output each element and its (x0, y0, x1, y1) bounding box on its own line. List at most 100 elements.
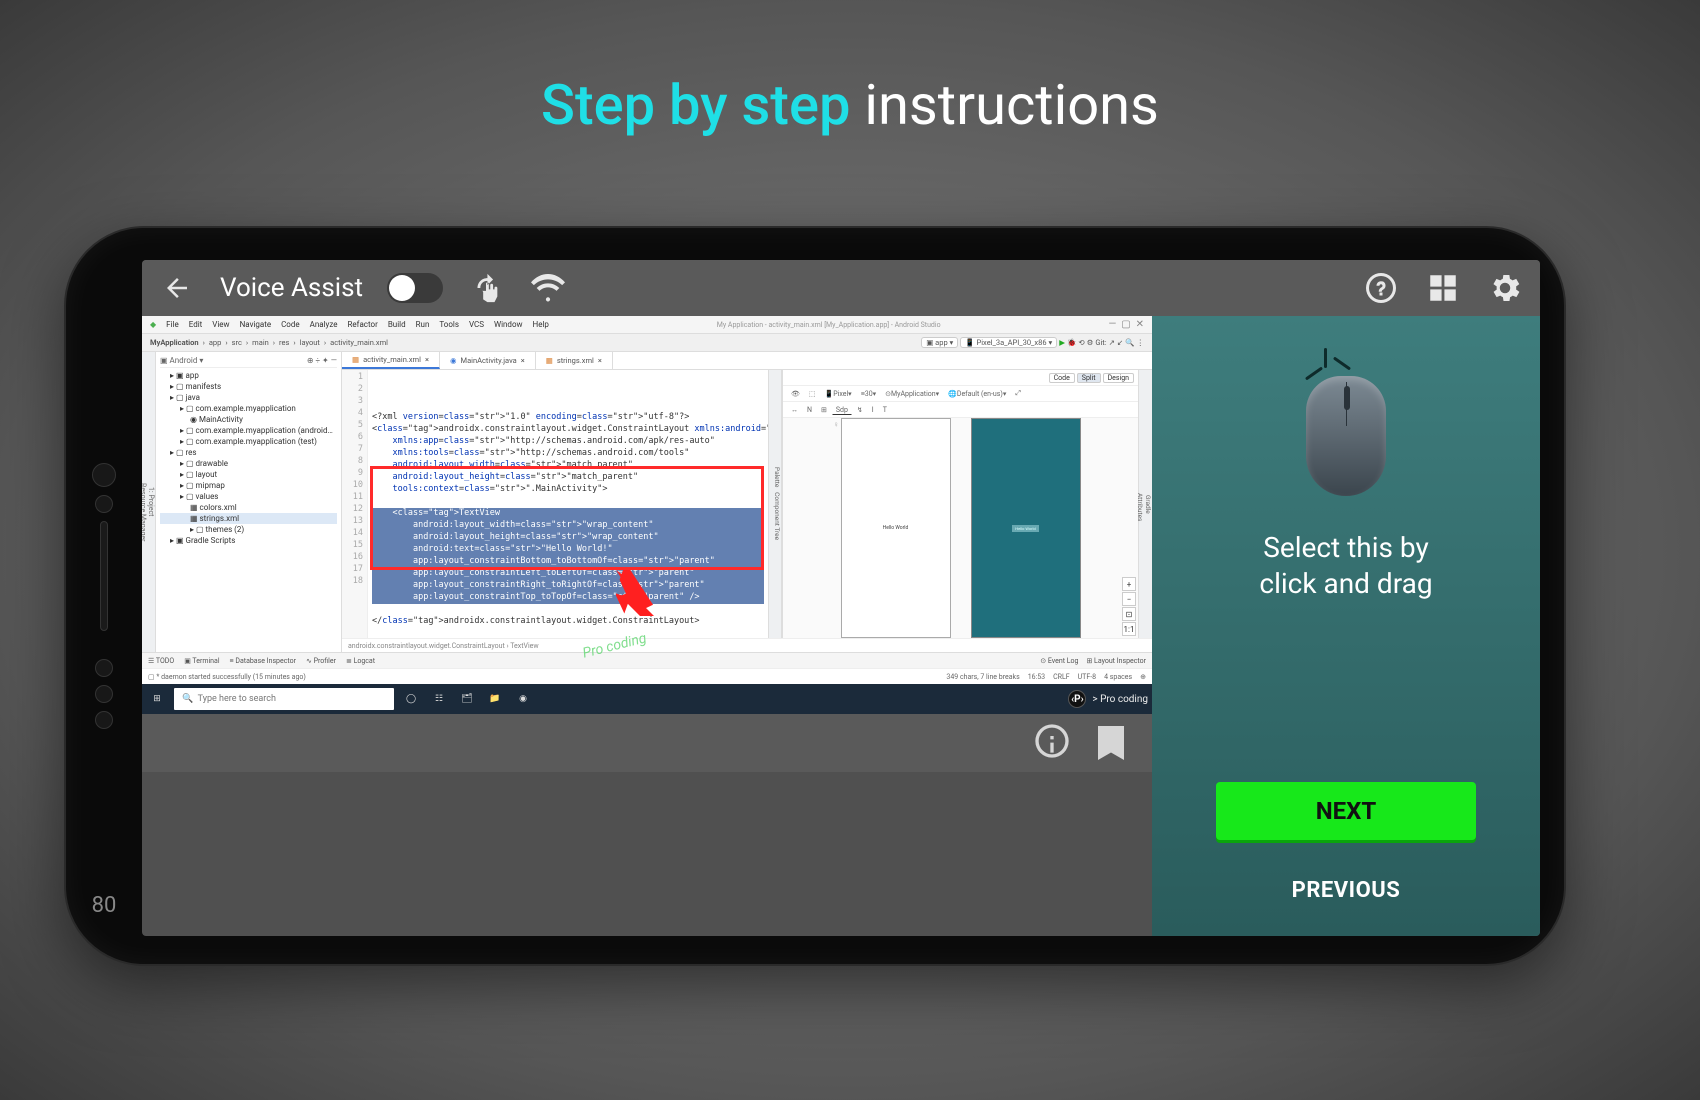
red-arrow-icon (616, 570, 666, 618)
editor-area: ▦activity_main.xml× ◉MainActivity.java× … (342, 352, 1152, 652)
line-gutter: 123456789101112131415161718 (342, 370, 368, 638)
tree-item[interactable]: ▸ ▢ drawable (160, 458, 337, 469)
windows-taskbar[interactable]: ⊞ 🔍 Type here to search ◯ ☷ 🗂 📁 ◉ ‹P›> P… (142, 684, 1152, 714)
ide-body: 1: Project Resource Manager 2: Favorites… (142, 352, 1152, 652)
mouse-icon (1296, 346, 1396, 506)
hand-swipe-icon[interactable] (467, 269, 505, 307)
breadcrumb-item[interactable]: app (209, 338, 222, 347)
tree-item[interactable]: ▸ ▢ values (160, 491, 337, 502)
ide-menubar: ◆ File Edit View Navigate Code Analyze R… (142, 316, 1152, 334)
window-controls[interactable]: — ▢ ✕ (1108, 319, 1144, 330)
breadcrumb-item[interactable]: layout (300, 338, 320, 347)
tree-item[interactable]: ▸ ▢ java (160, 392, 337, 403)
tree-item[interactable]: ▸ ▢ res (160, 447, 337, 458)
wifi-icon[interactable] (529, 269, 567, 307)
next-button[interactable]: NEXT (1216, 782, 1476, 840)
menu-item[interactable]: File (166, 320, 179, 329)
menu-item[interactable]: Window (494, 320, 523, 329)
menu-item[interactable]: Edit (189, 320, 203, 329)
tree-item[interactable]: ▸ ▢ com.example.myapplication (test) (160, 436, 337, 447)
start-button[interactable]: ⊞ (146, 688, 168, 710)
menu-item[interactable]: View (212, 320, 229, 329)
menu-item[interactable]: Run (416, 320, 430, 329)
breadcrumb-item[interactable]: MyApplication (150, 338, 199, 347)
device-dropdown[interactable]: 📱 Pixel_3a_API_30_x86 ▾ (960, 337, 1057, 348)
heading-part1: Step by step (541, 72, 850, 138)
heading-part2: instructions (864, 72, 1159, 138)
help-icon[interactable] (1362, 269, 1400, 307)
app-topbar: Voice Assist (142, 260, 1540, 316)
code-content[interactable]: <?xml version=class="str">"1.0" encoding… (368, 370, 768, 638)
ide-left-tool-rail[interactable]: 1: Project Resource Manager 2: Favorites… (142, 352, 156, 652)
tree-item[interactable]: ▸ ▢ mipmap (160, 480, 337, 491)
android-studio-window: ◆ File Edit View Navigate Code Analyze R… (142, 316, 1152, 714)
layout-preview-light[interactable]: Hello World (841, 418, 951, 638)
back-button[interactable] (158, 269, 196, 307)
menu-item[interactable]: VCS (469, 320, 484, 329)
zoom-controls[interactable]: +−⊡1:1 (1122, 577, 1136, 636)
breadcrumb-item[interactable]: main (252, 338, 269, 347)
speaker-grille-icon (100, 521, 108, 631)
menu-item[interactable]: Navigate (240, 320, 272, 329)
tree-item[interactable]: ▸ ▢ layout (160, 469, 337, 480)
taskbar-app-icon[interactable]: 📁 (484, 688, 506, 710)
code-breadcrumb[interactable]: androidx.constraintlayout.widget.Constra… (342, 638, 1152, 652)
menu-item[interactable]: Build (388, 320, 406, 329)
palette-rail[interactable]: Palette Component Tree (768, 370, 782, 638)
tree-item[interactable]: ▸ ▢ com.example.myapplication (160, 403, 337, 414)
menu-item[interactable]: Analyze (310, 320, 338, 329)
camera-lens-icon (92, 463, 116, 487)
menu-item[interactable]: Tools (439, 320, 459, 329)
voice-assist-toggle[interactable] (387, 273, 443, 303)
taskbar-app-icon[interactable]: ◉ (512, 688, 534, 710)
breadcrumb-item[interactable]: src (232, 338, 242, 347)
breadcrumb-item[interactable]: res (279, 338, 289, 347)
tree-item[interactable]: ▸ ▢ com.example.myapplication (androidTe… (160, 425, 337, 436)
window-title: My Application - activity_main.xml [My_A… (559, 321, 1099, 329)
menu-item[interactable]: Code (281, 320, 300, 329)
menu-item[interactable]: Help (533, 320, 549, 329)
bookmark-icon[interactable] (1098, 726, 1124, 760)
sensor-dot-icon (95, 659, 113, 677)
ide-toolbar: MyApplication› app› src› main› res› layo… (142, 334, 1152, 352)
sensor-dot-icon (95, 685, 113, 703)
info-button[interactable] (1032, 721, 1072, 765)
settings-gear-icon[interactable] (1486, 269, 1524, 307)
editor-tab[interactable]: ▦strings.xml× (536, 352, 613, 369)
battery-label: 80 (92, 893, 117, 918)
tree-item[interactable]: ◉ MainActivity (160, 414, 337, 425)
grid-icon[interactable] (1424, 269, 1462, 307)
sensor-dot-icon (95, 711, 113, 729)
editor-tab[interactable]: ▦activity_main.xml× (342, 352, 440, 369)
menu-item[interactable]: Refactor (348, 320, 378, 329)
highlight-rectangle (370, 466, 764, 570)
design-toolbar[interactable]: 👁⬚📱Pixel▾ ≡30▾ ⊙MyApplication▾ 🌐Default … (783, 386, 1138, 402)
editor-tabs: ▦activity_main.xml× ◉MainActivity.java× … (342, 352, 1152, 370)
content-row: ◆ File Edit View Navigate Code Analyze R… (142, 316, 1540, 936)
design-mode-switch[interactable]: Code Split Design (783, 370, 1138, 386)
tree-item[interactable]: ▸ ▣ app (160, 370, 337, 381)
tree-item[interactable]: ▦ colors.xml (160, 502, 337, 513)
layout-blueprint[interactable]: Hello World (971, 418, 1081, 638)
design-toolbar-secondary[interactable]: ↔N⊞Sdp↯IT (783, 402, 1138, 418)
instruction-text: Select this by click and drag (1259, 530, 1432, 603)
design-canvas[interactable]: ♀ ♀ Hello World Hello World +−⊡1:1 (783, 418, 1138, 638)
tree-item[interactable]: ▦ strings.xml (160, 513, 337, 524)
project-tree-panel[interactable]: ▣ Android ▾ ⊕ ÷ ✦ — ▸ ▣ app▸ ▢ manifests… (156, 352, 342, 652)
previous-button[interactable]: PREVIOUS (1216, 864, 1476, 916)
code-editor[interactable]: 123456789101112131415161718 <?xml versio… (342, 370, 768, 638)
editor-tab[interactable]: ◉MainActivity.java× (440, 352, 536, 369)
taskbar-app-icon[interactable]: ☷ (428, 688, 450, 710)
taskbar-search[interactable]: 🔍 Type here to search (174, 688, 394, 710)
ide-right-tool-rail[interactable]: Gradle Attributes Layout Validation Devi… (1138, 370, 1152, 638)
tree-item[interactable]: ▸ ▣ Gradle Scripts (160, 535, 337, 546)
editor-split: 123456789101112131415161718 <?xml versio… (342, 370, 1152, 638)
task-view-icon[interactable]: ◯ (400, 688, 422, 710)
tree-item[interactable]: ▸ ▢ themes (2) (160, 524, 337, 535)
breadcrumb-item[interactable]: activity_main.xml (330, 338, 388, 347)
taskbar-app-icon[interactable]: 🗂 (456, 688, 478, 710)
tree-item[interactable]: ▸ ▢ manifests (160, 381, 337, 392)
instruction-panel: Select this by click and drag NEXT PREVI… (1152, 316, 1540, 936)
run-config-dropdown[interactable]: ▣ app ▾ (921, 337, 958, 348)
ide-bottom-tool-tabs[interactable]: ☰ TODO ▣ Terminal ≡ Database Inspector ∿… (142, 652, 1152, 668)
